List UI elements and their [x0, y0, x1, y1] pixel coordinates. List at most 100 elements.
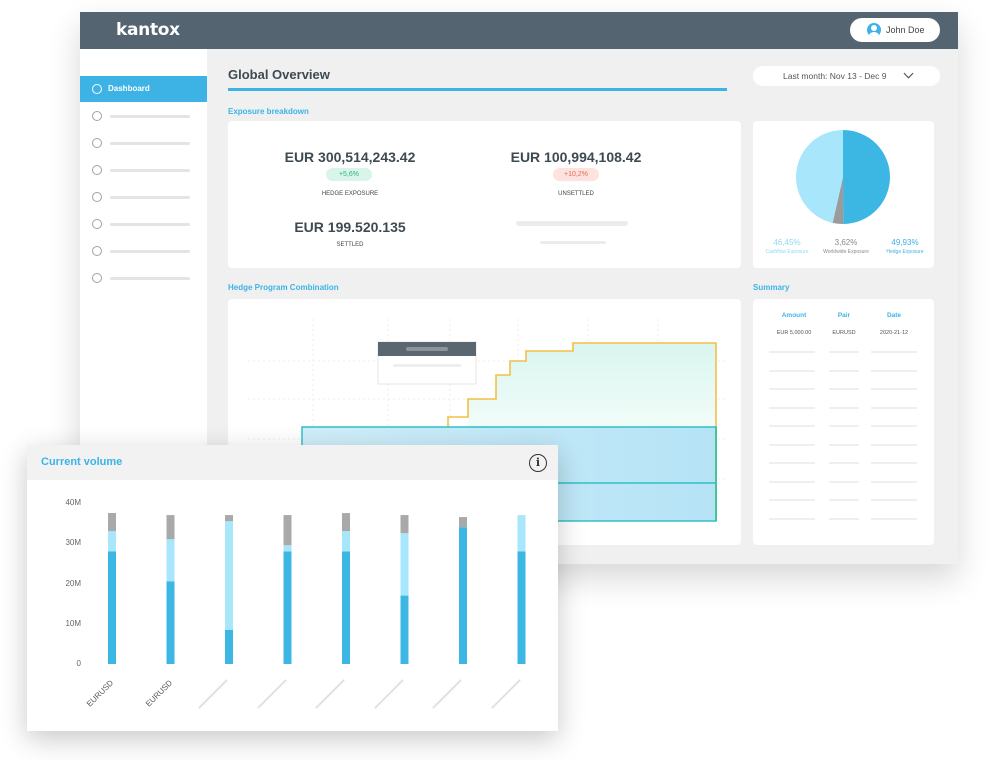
bar-segment[interactable] [225, 515, 233, 522]
bar-segment[interactable] [400, 515, 409, 534]
user-menu-button[interactable]: John Doe [850, 18, 940, 42]
date-range-dropdown[interactable]: Last month: Nov 13 - Dec 9 [753, 66, 940, 86]
summary-col-amount: Amount [781, 312, 807, 319]
bar-segment[interactable] [459, 517, 467, 528]
sidebar-item-3[interactable] [80, 130, 207, 156]
summary-section-label: Summary [753, 283, 790, 292]
pie-legend-value: 46,45% [773, 238, 801, 247]
summary-placeholder-line [829, 443, 859, 446]
bar-segment[interactable] [108, 531, 116, 552]
summary-placeholder-line [829, 462, 859, 464]
hedge-exposure-caption: HEDGE EXPOSURE [321, 191, 379, 197]
bar-segment[interactable] [108, 513, 116, 532]
exposure-section-label: Exposure breakdown [228, 107, 309, 116]
unsettled-caption: UNSETTLED [558, 191, 594, 197]
bar-segment[interactable] [400, 595, 409, 664]
sidebar-item-label: Dashboard [108, 84, 150, 93]
summary-placeholder-line [871, 406, 917, 409]
globe-icon [92, 111, 102, 121]
sidebar-label-placeholder [110, 277, 190, 280]
document-icon [92, 192, 102, 202]
send-icon [92, 219, 102, 229]
bar-segment[interactable] [342, 513, 350, 532]
sidebar-item-2[interactable] [80, 103, 207, 129]
bar-segment[interactable] [283, 515, 292, 546]
summary-cell-pair: EURUSD [832, 330, 856, 336]
summary-placeholder-line [769, 443, 815, 446]
summary-placeholder-line [829, 351, 859, 353]
pie-legend-label: Worldwide Exposure [823, 249, 869, 255]
summary-placeholder-line [829, 388, 859, 390]
pie-legend-label: Hedge Exposure [886, 249, 924, 255]
pie-legend-label: Cashflow Exposure [765, 249, 809, 255]
chart-tooltip [377, 341, 477, 385]
sidebar-item-7[interactable] [80, 238, 207, 264]
user-name: John Doe [886, 25, 925, 35]
bar-segment[interactable] [108, 551, 116, 664]
summary-placeholder-line [871, 443, 917, 446]
summary-placeholder-line [769, 499, 815, 501]
pie-legend-worldwide: 3,62% Worldwide Exposure [817, 238, 875, 255]
bar-segment[interactable] [283, 551, 292, 664]
bar-segment[interactable] [459, 527, 467, 664]
summary-card: Amount Pair Date EUR 5,000.00 EURUSD 202… [753, 299, 934, 545]
exposure-card: EUR 300,514,243.42 +5,6% HEDGE EXPOSURE … [228, 121, 741, 268]
placeholder-bar [540, 241, 606, 244]
sidebar-label-placeholder [110, 169, 190, 172]
summary-placeholder-line [871, 517, 917, 520]
summary-placeholder-line [769, 480, 815, 483]
sidebar-item-dashboard[interactable]: Dashboard [80, 76, 207, 102]
summary-placeholder-line [871, 425, 917, 427]
summary-placeholder-line [871, 462, 917, 464]
summary-placeholder-line [769, 369, 815, 372]
settled-caption: SETTLED [336, 242, 364, 248]
hedge-exposure-badge: +5,6% [326, 168, 372, 181]
summary-placeholder-line [871, 351, 917, 353]
pie-legend-value: 49,93% [891, 238, 919, 247]
help-icon [92, 246, 102, 256]
sidebar-label-placeholder [110, 196, 190, 199]
pie-slice-hedge-exposure [843, 130, 890, 224]
sidebar-item-8[interactable] [80, 265, 207, 291]
bar-segment[interactable] [283, 545, 292, 552]
sidebar-item-4[interactable] [80, 157, 207, 183]
pie-legend-cashflow: 46,45% Cashflow Exposure [761, 238, 813, 255]
summary-col-pair: Pair [837, 312, 851, 319]
summary-placeholder-line [769, 425, 815, 427]
sidebar-item-5[interactable] [80, 184, 207, 210]
summary-placeholder-line [769, 517, 815, 520]
dashboard-icon [92, 84, 102, 94]
summary-placeholder-line [769, 388, 815, 390]
bar-segment[interactable] [166, 581, 175, 664]
unsettled-badge: +10,2% [553, 168, 599, 181]
summary-placeholder-line [871, 369, 917, 372]
summary-cell-date: 2020-21-12 [879, 330, 909, 336]
title-underline [228, 88, 727, 91]
sidebar-label-placeholder [110, 142, 190, 145]
bar-segment[interactable] [166, 515, 175, 540]
summary-col-date: Date [886, 312, 902, 319]
summary-placeholder-line [871, 388, 917, 390]
bar-segment[interactable] [517, 515, 526, 552]
bar-segment[interactable] [342, 531, 350, 552]
date-range-label: Last month: Nov 13 - Dec 9 [783, 71, 887, 81]
top-bar: kantox John Doe [80, 12, 958, 49]
bar-segment[interactable] [342, 551, 350, 664]
hedge-program-section-label: Hedge Program Combination [228, 283, 339, 292]
current-volume-card: Current volume i 0 10M 20M 30M 40M EURUSD EUR… [27, 445, 558, 731]
summary-placeholder-line [769, 406, 815, 409]
bar-segment[interactable] [400, 533, 409, 596]
settled-amount: EUR 199.520.135 [294, 219, 406, 235]
bar-segment[interactable] [225, 521, 233, 630]
bar-segment[interactable] [225, 629, 233, 664]
summary-placeholder-line [769, 462, 815, 464]
kantox-logo[interactable]: kantox [116, 20, 180, 40]
placeholder-bar [516, 221, 628, 226]
hedge-exposure-amount: EUR 300,514,243.42 [284, 149, 416, 165]
sidebar-item-6[interactable] [80, 211, 207, 237]
sidebar-label-placeholder [110, 115, 190, 118]
bar-segment[interactable] [517, 551, 526, 664]
sidebar-label-placeholder [110, 250, 190, 253]
bar-segment[interactable] [166, 539, 175, 582]
clock-icon [92, 138, 102, 148]
